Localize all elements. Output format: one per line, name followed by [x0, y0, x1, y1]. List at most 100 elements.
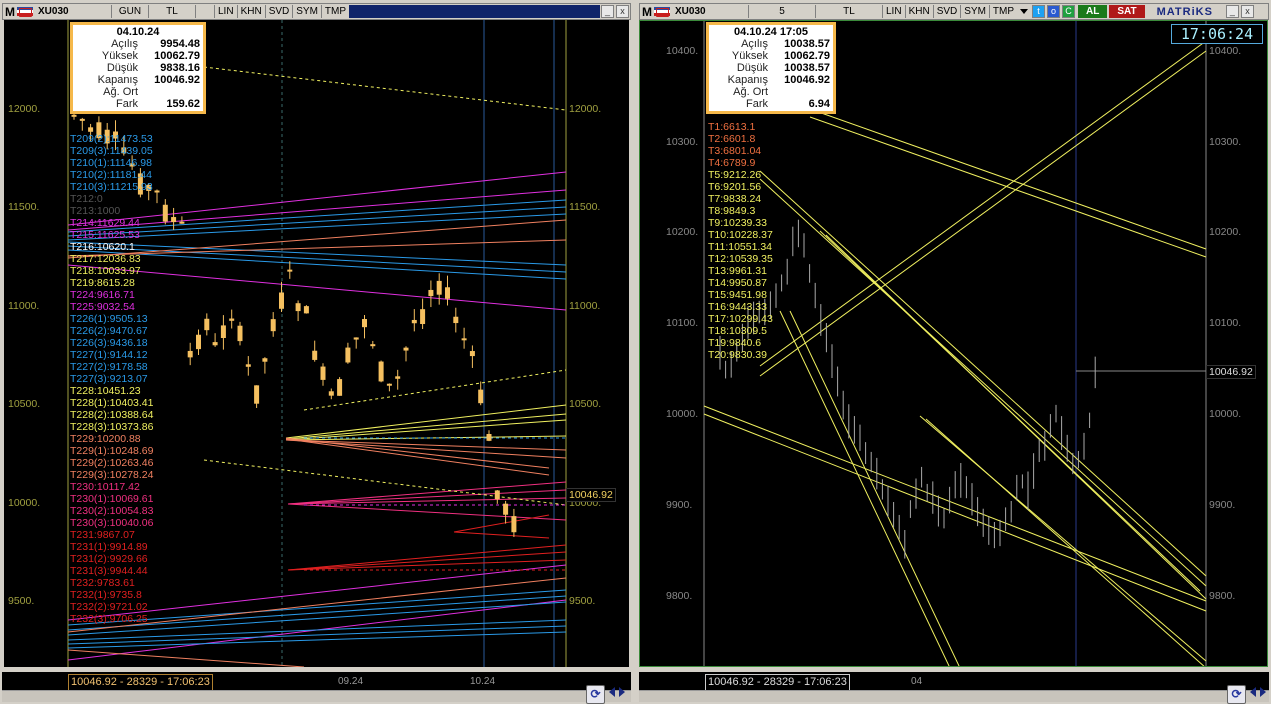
symbol-field[interactable]: XU030	[35, 5, 111, 18]
symbol-field[interactable]: XU030	[672, 5, 748, 18]
refresh-icon[interactable]: ⟳	[1227, 685, 1246, 704]
close-icon[interactable]: x	[616, 5, 629, 18]
lin-button[interactable]: LIN	[882, 5, 905, 18]
sym-button[interactable]: SYM	[292, 5, 321, 18]
info-row-diff: Fark 6.94	[746, 98, 830, 110]
trendline-label: T13:9961.31	[708, 265, 767, 277]
svd-button[interactable]: SVD	[264, 5, 293, 18]
trendline-label: T215:11625.53	[70, 229, 140, 241]
trendline-label: T232:9783.61	[70, 577, 135, 589]
candle-body	[303, 306, 309, 314]
candle-body	[328, 391, 334, 396]
trendline-label: T217:12036.83	[70, 253, 141, 265]
y-axis-label-left: 9800.	[666, 590, 693, 602]
clock-display: 17:06:24	[1171, 24, 1263, 44]
sell-button[interactable]: SAT	[1109, 5, 1145, 18]
trend-line	[453, 531, 550, 539]
trendline-label: T11:10551.34	[708, 241, 773, 253]
trendline-label: T224:9616.71	[70, 289, 135, 301]
trendline-label: T232(2):9721.02	[70, 601, 148, 613]
y-axis-label-left: 10400.	[666, 45, 699, 57]
dropdown-arrow-icon[interactable]	[1020, 9, 1029, 14]
scroll-left-icon[interactable]	[1250, 687, 1256, 697]
khn-button[interactable]: KHN	[904, 5, 933, 18]
left-scroll-bar[interactable]: ⟳	[2, 685, 631, 704]
trendline-label: T227(3):9213.07	[70, 373, 148, 385]
period-select[interactable]: GUN	[111, 5, 148, 18]
info-row-high: Yüksek 10062.79	[101, 50, 200, 62]
left-toolbar: M XU030 GUN TL LIN KHN SVD SYM TMP _ x	[2, 3, 631, 20]
candle-body	[179, 221, 185, 224]
minimize-icon[interactable]: _	[601, 5, 614, 18]
left-price-chart[interactable]: 04.10.24 Açılış 9954.48 Yüksek 10062.79 Dü…	[4, 20, 629, 667]
candle-body	[511, 516, 517, 533]
trendline-label: T20:9830.39	[708, 349, 767, 361]
candle-body	[220, 325, 226, 338]
trend-line	[285, 404, 567, 439]
scroll-left-icon[interactable]	[609, 687, 615, 697]
trend-line	[703, 405, 1207, 602]
trend-line	[925, 418, 1205, 666]
candle-body	[362, 319, 367, 328]
candle-body	[428, 289, 434, 297]
y-axis-label: 10300.	[1209, 136, 1242, 148]
close-icon[interactable]: x	[1240, 5, 1254, 18]
candle-body	[436, 280, 442, 295]
khn-button[interactable]: KHN	[236, 5, 265, 18]
info-row-close: Kapanış 10046.92	[727, 74, 830, 86]
right-scroll-bar[interactable]: ⟳	[639, 685, 1269, 704]
trend-line	[789, 310, 960, 666]
refresh-icon[interactable]: ⟳	[586, 685, 605, 704]
minimize-icon[interactable]: _	[1225, 5, 1239, 18]
y-axis-label: 12000.	[569, 103, 602, 115]
scroll-right-icon[interactable]	[619, 687, 625, 697]
tmp-button[interactable]: TMP	[320, 5, 349, 18]
last-price-tag: 10046.92	[566, 488, 616, 502]
trendline-label: T230(1):10069.61	[70, 493, 154, 505]
trendline-label: T19:9840.6	[708, 337, 762, 349]
candle-body	[445, 287, 450, 299]
scroll-right-icon[interactable]	[1260, 687, 1266, 697]
trendline-label: T228(2):10388.64	[70, 409, 154, 421]
turkey-flag-icon	[654, 7, 670, 17]
y-axis-label-left: 10200.	[666, 226, 699, 238]
sym-button[interactable]: SYM	[960, 5, 989, 18]
trendline-label: T210(2):11181.44	[70, 169, 152, 181]
candle-body	[420, 309, 426, 325]
trend-line	[67, 625, 567, 645]
trendline-label: T229(1):10248.69	[70, 445, 154, 457]
tmp-button[interactable]: TMP	[988, 5, 1017, 18]
candle-body	[320, 366, 326, 380]
info-row-high: Yüksek 10062.79	[731, 50, 830, 62]
lin-button[interactable]: LIN	[214, 5, 237, 18]
y-axis-label: 9500.	[569, 595, 596, 607]
y-axis-label: 9900.	[1209, 499, 1236, 511]
twitter-icon[interactable]: t	[1032, 5, 1046, 18]
trendline-label: T230(2):10054.83	[70, 505, 154, 517]
dotted-line	[203, 66, 567, 111]
x-axis-date: 04	[911, 676, 923, 687]
globe-icon[interactable]: o	[1047, 5, 1061, 18]
info-date: 04.10.24 17:05	[733, 26, 808, 38]
menu-m-button[interactable]: M	[3, 5, 17, 19]
trend-line	[919, 415, 1207, 662]
y-axis-label-left: 10000.	[666, 408, 699, 420]
currency-select[interactable]: TL	[148, 5, 195, 18]
refresh-c-icon[interactable]: C	[1062, 5, 1076, 18]
trendline-label: T2:6601.8	[708, 133, 756, 145]
currency-select[interactable]: TL	[815, 5, 882, 18]
svd-button[interactable]: SVD	[932, 5, 961, 18]
right-price-chart[interactable]: 04.10.24 17:05 Açılış 10038.57 Yüksek 1006…	[639, 20, 1268, 667]
trend-line	[67, 631, 567, 649]
trendline-label: T226(2):9470.67	[70, 325, 148, 337]
y-axis-label: 10000.	[1209, 408, 1242, 420]
turkey-flag-icon	[17, 7, 33, 17]
buy-button[interactable]: AL	[1078, 5, 1108, 18]
y-axis-label-left: 10500.	[8, 398, 41, 410]
trendline-label: T9:10239.33	[708, 217, 767, 229]
candle-body	[345, 347, 351, 363]
candle-body	[478, 389, 484, 404]
menu-m-button[interactable]: M	[640, 5, 654, 19]
candle-body	[279, 292, 284, 309]
period-select[interactable]: 5	[748, 5, 815, 18]
